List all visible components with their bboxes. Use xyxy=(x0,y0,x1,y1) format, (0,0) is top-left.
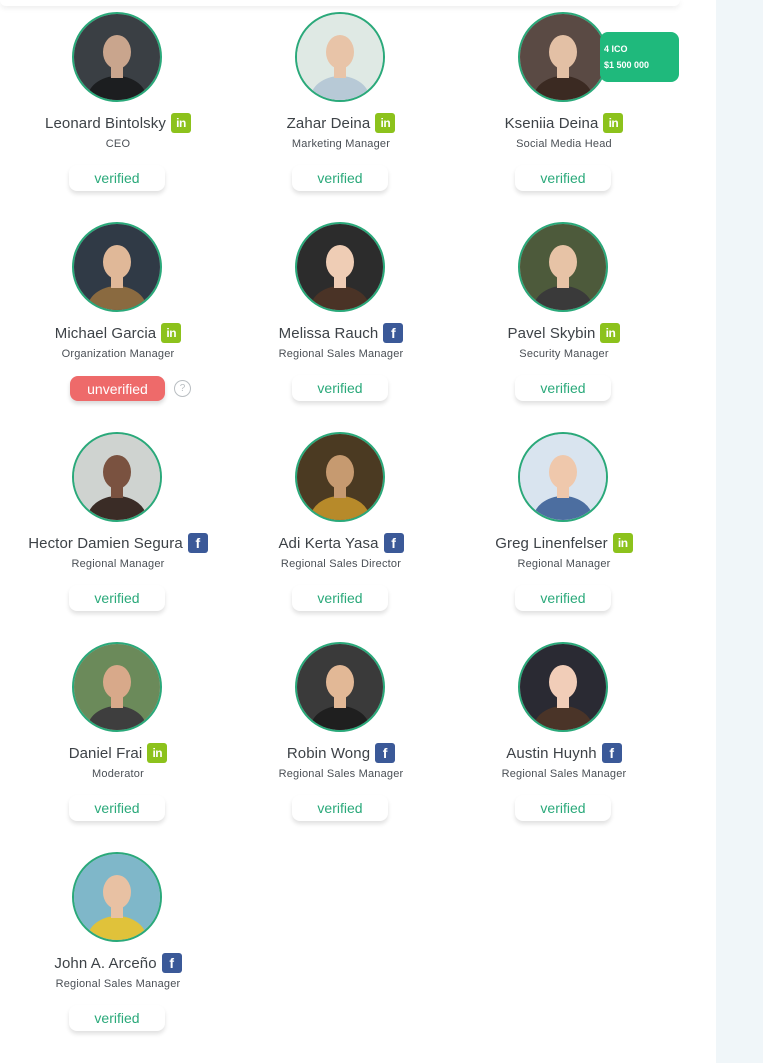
avatar[interactable] xyxy=(72,432,162,522)
member-name: Michael Garcia xyxy=(54,324,157,342)
avatar[interactable] xyxy=(518,12,608,102)
avatar[interactable] xyxy=(518,432,608,522)
member-role: Regional Manager xyxy=(71,558,165,570)
member-name: Greg Linenfelser xyxy=(495,534,608,552)
name-row: Robin Wong f xyxy=(223,742,459,764)
member-name: Adi Kerta Yasa xyxy=(278,534,379,552)
member-name: Kseniia Deina xyxy=(504,114,599,132)
facebook-icon[interactable]: f xyxy=(187,533,208,553)
facebook-icon[interactable]: f xyxy=(161,953,182,973)
team-card: Melissa Rauch f Regional Sales Manager v… xyxy=(223,210,446,420)
member-role: CEO xyxy=(105,138,131,150)
name-row: Kseniia Deina in xyxy=(446,112,682,134)
verified-status-button[interactable]: verified xyxy=(292,585,388,611)
member-name: Melissa Rauch xyxy=(278,324,379,342)
verified-status-button[interactable]: verified xyxy=(69,1005,165,1031)
member-role: Regional Manager xyxy=(517,558,611,570)
verified-status-button[interactable]: verified xyxy=(515,795,611,821)
linkedin-icon[interactable]: in xyxy=(612,533,633,553)
verified-status-button[interactable]: verified xyxy=(515,585,611,611)
linkedin-icon[interactable]: in xyxy=(170,113,191,133)
team-card: Zahar Deina in Marketing Manager verifie… xyxy=(223,0,446,210)
member-name: Pavel Skybin xyxy=(507,324,596,342)
member-name: Hector Damien Segura xyxy=(28,534,183,552)
verified-status-button[interactable]: verified xyxy=(69,165,165,191)
member-role: Regional Sales Manager xyxy=(278,348,404,360)
facebook-icon[interactable]: f xyxy=(383,533,404,553)
member-role: Social Media Head xyxy=(516,138,612,150)
verified-status-button[interactable]: verified xyxy=(69,585,165,611)
team-card: Daniel Frai in Moderator verified xyxy=(0,630,223,840)
name-row: Leonard Bintolsky in xyxy=(0,112,236,134)
name-row: Zahar Deina in xyxy=(223,112,459,134)
member-role: Security Manager xyxy=(519,348,609,360)
avatar[interactable] xyxy=(518,642,608,732)
team-card: Greg Linenfelser in Regional Manager ver… xyxy=(446,420,669,630)
avatar[interactable] xyxy=(72,852,162,942)
facebook-icon[interactable]: f xyxy=(601,743,622,763)
right-side-panel xyxy=(716,0,763,1063)
member-name: Leonard Bintolsky xyxy=(45,114,166,132)
team-card: Hector Damien Segura f Regional Manager … xyxy=(0,420,223,630)
avatar[interactable] xyxy=(295,432,385,522)
name-row: Greg Linenfelser in xyxy=(446,532,682,554)
facebook-icon[interactable]: f xyxy=(375,743,396,763)
member-role: Regional Sales Director xyxy=(280,558,402,570)
team-card: Robin Wong f Regional Sales Manager veri… xyxy=(223,630,446,840)
member-name: Daniel Frai xyxy=(68,744,143,762)
linkedin-icon[interactable]: in xyxy=(147,743,168,763)
name-row: Adi Kerta Yasa f xyxy=(223,532,459,554)
name-row: Daniel Frai in xyxy=(0,742,236,764)
facebook-icon[interactable]: f xyxy=(383,323,404,343)
verified-status-button[interactable]: verified xyxy=(292,375,388,401)
avatar[interactable] xyxy=(295,642,385,732)
linkedin-icon[interactable]: in xyxy=(600,323,621,343)
member-role: Regional Sales Manager xyxy=(55,978,181,990)
member-name: Robin Wong xyxy=(286,744,371,762)
name-row: Austin Huynh f xyxy=(446,742,682,764)
avatar[interactable] xyxy=(72,642,162,732)
team-card: Leonard Bintolsky in CEO verified xyxy=(0,0,223,210)
member-role: Regional Sales Manager xyxy=(501,768,627,780)
avatar[interactable] xyxy=(518,222,608,312)
team-card: Pavel Skybin in Security Manager verifie… xyxy=(446,210,669,420)
avatar[interactable] xyxy=(72,222,162,312)
linkedin-icon[interactable]: in xyxy=(603,113,624,133)
verified-status-button[interactable]: verified xyxy=(292,165,388,191)
ico-count: 4 ICO xyxy=(604,44,628,54)
name-row: Melissa Rauch f xyxy=(223,322,459,344)
team-card: John A. Arceño f Regional Sales Manager … xyxy=(0,840,223,1050)
team-card: Adi Kerta Yasa f Regional Sales Director… xyxy=(223,420,446,630)
name-row: Pavel Skybin in xyxy=(446,322,682,344)
member-name: Austin Huynh xyxy=(506,744,597,762)
linkedin-icon[interactable]: in xyxy=(161,323,182,343)
verified-status-button[interactable]: verified xyxy=(515,165,611,191)
avatar[interactable] xyxy=(72,12,162,102)
member-role: Moderator xyxy=(92,768,144,780)
ico-badge: 4 ICO $1 500 000 xyxy=(600,32,679,82)
ico-amount: $1 500 000 xyxy=(604,60,650,70)
verified-status-button[interactable]: verified xyxy=(69,795,165,821)
unverified-status-button[interactable]: unverified xyxy=(70,376,165,401)
avatar[interactable] xyxy=(295,12,385,102)
verified-status-button[interactable]: verified xyxy=(292,795,388,821)
team-card: Austin Huynh f Regional Sales Manager ve… xyxy=(446,630,669,840)
member-role: Organization Manager xyxy=(61,348,175,360)
name-row: Michael Garcia in xyxy=(0,322,236,344)
help-icon[interactable]: ? xyxy=(174,380,191,397)
name-row: John A. Arceño f xyxy=(0,952,236,974)
linkedin-icon[interactable]: in xyxy=(375,113,396,133)
member-role: Marketing Manager xyxy=(291,138,391,150)
member-role: Regional Sales Manager xyxy=(278,768,404,780)
name-row: Hector Damien Segura f xyxy=(0,532,236,554)
verified-status-button[interactable]: verified xyxy=(515,375,611,401)
member-name: John A. Arceño xyxy=(54,954,157,972)
member-name: Zahar Deina xyxy=(286,114,371,132)
avatar[interactable] xyxy=(295,222,385,312)
